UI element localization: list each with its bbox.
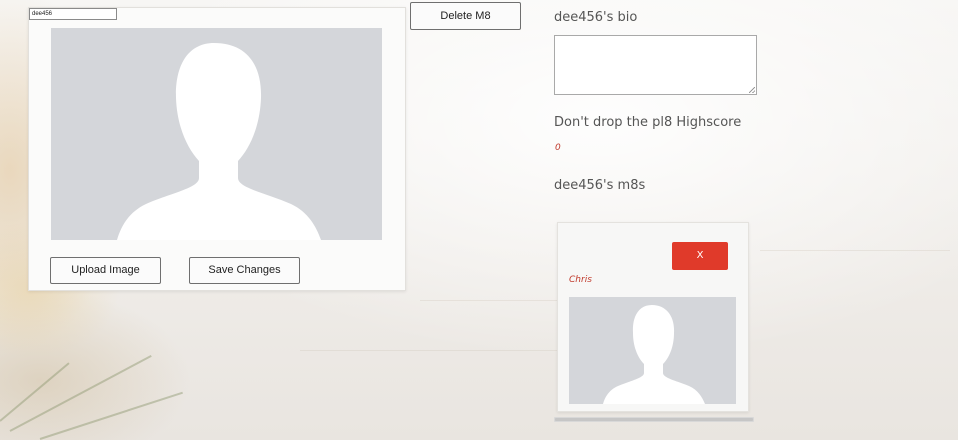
m8-name: Chris [569,275,592,285]
remove-m8-button[interactable]: X [672,242,728,270]
upload-image-button[interactable]: Upload Image [50,257,161,284]
m8-avatar [569,297,736,404]
background-streak [760,250,950,251]
person-silhouette-icon [117,43,321,240]
profile-avatar [51,28,382,240]
horizontal-scrollbar[interactable] [554,417,754,422]
scrollbar-thumb[interactable] [555,418,753,421]
m8s-heading: dee456's m8s [554,178,646,193]
bio-heading: dee456's bio [554,10,638,25]
username-input[interactable] [29,8,117,20]
textarea-resize-handle[interactable] [749,87,755,93]
highscore-value: 0 [555,143,561,153]
delete-m8-button[interactable]: Delete M8 [410,2,521,30]
person-silhouette-icon [603,305,705,404]
save-changes-button[interactable]: Save Changes [189,257,300,284]
highscore-heading: Don't drop the pl8 Highscore [554,115,742,130]
bio-textarea[interactable] [554,35,757,95]
